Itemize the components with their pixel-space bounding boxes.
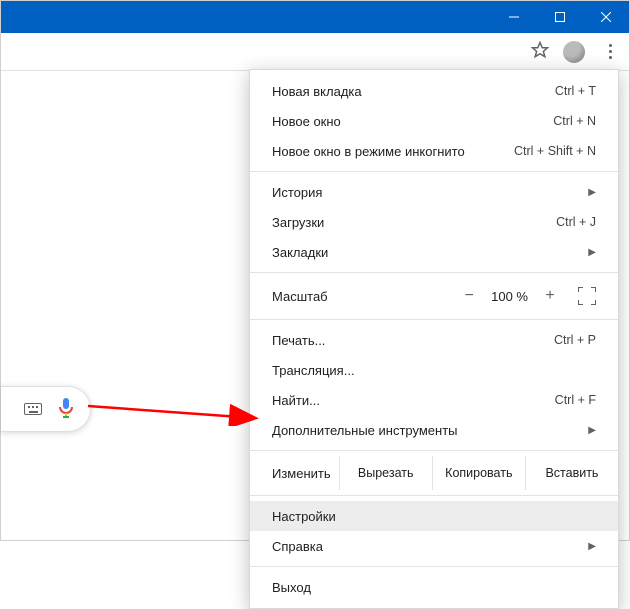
menu-item-cast[interactable]: Трансляция... [250, 355, 618, 385]
menu-item-bookmarks[interactable]: Закладки ▶ [250, 237, 618, 267]
submenu-arrow-icon: ▶ [580, 187, 596, 198]
menu-separator [250, 495, 618, 496]
search-input-pill[interactable] [1, 386, 91, 432]
menu-item-settings[interactable]: Настройки [250, 501, 618, 531]
menu-label: Новое окно [272, 114, 553, 129]
bookmark-star-icon[interactable] [531, 41, 549, 62]
menu-item-exit[interactable]: Выход [250, 572, 618, 602]
menu-item-history[interactable]: История ▶ [250, 177, 618, 207]
zoom-value: 100 % [491, 289, 528, 304]
edit-copy-button[interactable]: Копировать [432, 456, 525, 490]
menu-label: Закладки [272, 245, 580, 260]
zoom-in-button[interactable]: + [542, 287, 558, 305]
edit-cut-button[interactable]: Вырезать [339, 456, 432, 490]
chrome-main-menu: Новая вкладка Ctrl + T Новое окно Ctrl +… [249, 69, 619, 609]
browser-toolbar [1, 33, 629, 71]
microphone-icon[interactable] [58, 397, 74, 422]
zoom-out-button[interactable]: − [461, 287, 477, 305]
menu-shortcut: Ctrl + P [554, 333, 596, 347]
profile-avatar[interactable] [563, 41, 585, 63]
menu-separator [250, 272, 618, 273]
menu-button[interactable] [599, 41, 621, 63]
menu-item-print[interactable]: Печать... Ctrl + P [250, 325, 618, 355]
menu-item-find[interactable]: Найти... Ctrl + F [250, 385, 618, 415]
menu-label: Найти... [272, 393, 555, 408]
menu-separator [250, 171, 618, 172]
menu-label: Печать... [272, 333, 554, 348]
menu-separator [250, 566, 618, 567]
edit-paste-button[interactable]: Вставить [525, 456, 618, 490]
menu-shortcut: Ctrl + N [553, 114, 596, 128]
maximize-button[interactable] [537, 1, 583, 33]
menu-shortcut: Ctrl + F [555, 393, 596, 407]
menu-label: Дополнительные инструменты [272, 423, 580, 438]
menu-item-edit: Изменить Вырезать Копировать Вставить [250, 456, 618, 490]
minimize-button[interactable] [491, 1, 537, 33]
menu-item-zoom: Масштаб − 100 % + [250, 278, 618, 314]
menu-label: Настройки [272, 509, 596, 524]
menu-item-new-window[interactable]: Новое окно Ctrl + N [250, 106, 618, 136]
submenu-arrow-icon: ▶ [580, 541, 596, 552]
keyboard-icon[interactable] [24, 403, 42, 415]
annotation-arrow [86, 396, 266, 426]
fullscreen-button[interactable] [578, 287, 596, 305]
menu-label: Трансляция... [272, 363, 596, 378]
submenu-arrow-icon: ▶ [580, 425, 596, 436]
close-button[interactable] [583, 1, 629, 33]
menu-label: Новая вкладка [272, 84, 555, 99]
menu-shortcut: Ctrl + Shift + N [514, 144, 596, 158]
menu-separator [250, 450, 618, 451]
menu-label: Изменить [272, 466, 339, 481]
menu-shortcut: Ctrl + J [556, 215, 596, 229]
menu-label: Загрузки [272, 215, 556, 230]
menu-item-help[interactable]: Справка ▶ [250, 531, 618, 561]
menu-item-more-tools[interactable]: Дополнительные инструменты ▶ [250, 415, 618, 445]
menu-label: Выход [272, 580, 596, 595]
menu-label: Масштаб [272, 289, 461, 304]
window-titlebar [1, 1, 629, 33]
menu-label: История [272, 185, 580, 200]
menu-item-incognito[interactable]: Новое окно в режиме инкогнито Ctrl + Shi… [250, 136, 618, 166]
submenu-arrow-icon: ▶ [580, 247, 596, 258]
menu-item-downloads[interactable]: Загрузки Ctrl + J [250, 207, 618, 237]
menu-label: Новое окно в режиме инкогнито [272, 144, 514, 159]
menu-item-new-tab[interactable]: Новая вкладка Ctrl + T [250, 76, 618, 106]
menu-separator [250, 319, 618, 320]
menu-shortcut: Ctrl + T [555, 84, 596, 98]
